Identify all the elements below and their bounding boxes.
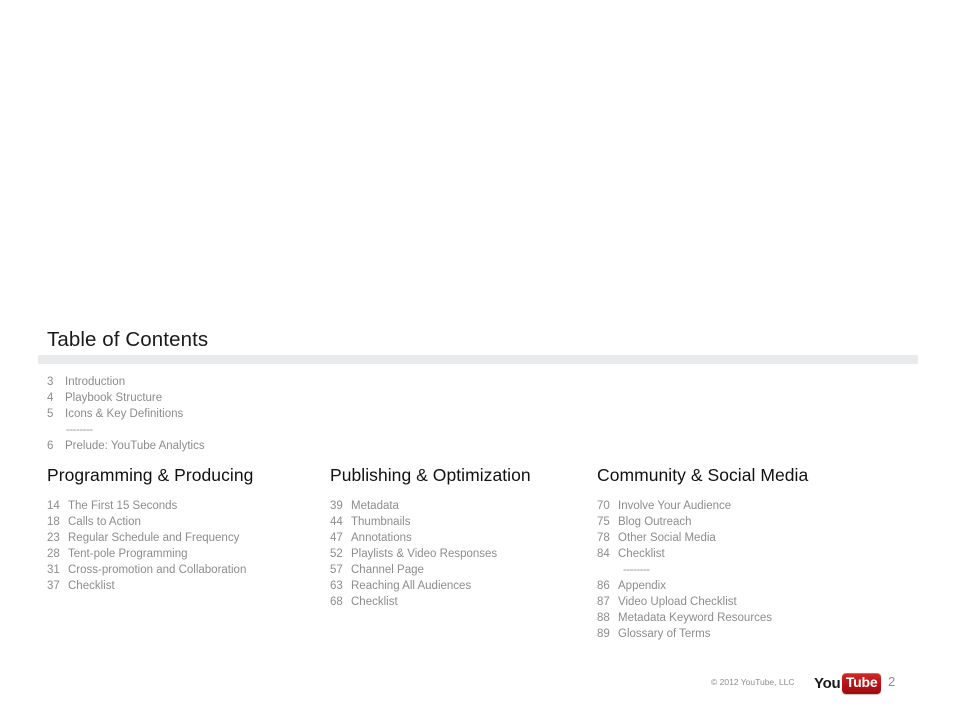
toc-column-programming: Programming & Producing 14 The First 15 S… — [47, 464, 327, 594]
toc-programming-entry-page: 14 — [47, 500, 60, 512]
toc-publishing-entry[interactable]: 68 Checklist — [330, 594, 592, 610]
toc-column-community: Community & Social Media 70 Involve Your … — [597, 464, 917, 642]
front-matter-list: 3 Introduction 4 Playbook Structure 5 Icons &… — [47, 374, 377, 454]
toc-community-entry-page: 84 — [597, 548, 610, 560]
youtube-logo-red-box: Tube — [841, 672, 882, 694]
front-matter-separator: -------- — [66, 424, 93, 436]
toc-programming-entry[interactable]: 23 Regular Schedule and Frequency — [47, 530, 327, 546]
youtube-logo-you-text: You — [814, 674, 841, 692]
toc-community-entry-page: 89 — [597, 628, 610, 640]
slide-canvas: Table of Contents 3 Introduction 4 Playbook… — [0, 0, 954, 716]
toc-programming-entry-page: 18 — [47, 516, 60, 528]
toc-community-entry[interactable]: 84 Checklist — [597, 546, 917, 562]
toc-publishing-entry[interactable]: 57 Channel Page — [330, 562, 592, 578]
title-divider-bar — [38, 355, 918, 364]
front-matter-entry[interactable]: 6 Prelude: YouTube Analytics — [47, 438, 377, 454]
front-matter-entry-page: 5 — [47, 408, 54, 420]
toc-publishing-entry-page: 57 — [330, 564, 343, 576]
toc-community-entry-page: 70 — [597, 500, 610, 512]
toc-community-entry-label: Checklist — [618, 548, 665, 560]
toc-programming-entry-label: The First 15 Seconds — [68, 500, 178, 512]
toc-publishing-entry-label: Playlists & Video Responses — [351, 548, 498, 560]
front-matter-entry-page: 4 — [47, 392, 54, 404]
youtube-logo: You Tube — [814, 672, 882, 694]
toc-community-entry-label: Metadata Keyword Resources — [618, 612, 773, 624]
front-matter-entry-label: Playbook Structure — [65, 392, 163, 404]
front-matter-entry-page: 3 — [47, 376, 54, 388]
front-matter-entry[interactable]: 4 Playbook Structure — [47, 390, 377, 406]
toc-publishing-entry[interactable]: 52 Playlists & Video Responses — [330, 546, 592, 562]
toc-community-entry[interactable]: 89 Glossary of Terms — [597, 626, 917, 642]
toc-community-entry[interactable]: 86 Appendix — [597, 578, 917, 594]
copyright-text: © 2012 YouTube, LLC — [711, 677, 795, 687]
toc-publishing-entry-label: Channel Page — [351, 564, 424, 576]
column-heading-publishing: Publishing & Optimization — [330, 465, 531, 485]
toc-publishing-entry[interactable]: 47 Annotations — [330, 530, 592, 546]
toc-community-entry[interactable]: 70 Involve Your Audience — [597, 498, 917, 514]
toc-community-entry-label: Appendix — [618, 580, 666, 592]
toc-community-entry-label: Glossary of Terms — [618, 628, 711, 640]
toc-publishing-entry[interactable]: 44 Thumbnails — [330, 514, 592, 530]
toc-programming-entry[interactable]: 28 Tent-pole Programming — [47, 546, 327, 562]
toc-community-entry[interactable]: 87 Video Upload Checklist — [597, 594, 917, 610]
toc-programming-entry-page: 37 — [47, 580, 60, 592]
toc-column-publishing: Publishing & Optimization 39 Metadata 44 Th… — [330, 464, 592, 610]
column-heading-community: Community & Social Media — [597, 465, 809, 485]
toc-community-separator: -------- — [623, 564, 650, 576]
page-title: Table of Contents — [47, 328, 209, 351]
toc-community-entry-page: 86 — [597, 580, 610, 592]
column-heading-programming: Programming & Producing — [47, 465, 254, 485]
toc-programming-entry-label: Regular Schedule and Frequency — [68, 532, 240, 544]
toc-publishing-entry[interactable]: 39 Metadata — [330, 498, 592, 514]
toc-publishing-entry-label: Thumbnails — [351, 516, 411, 528]
front-matter-entry-label: Prelude: YouTube Analytics — [65, 440, 205, 452]
toc-programming-entry[interactable]: 18 Calls to Action — [47, 514, 327, 530]
front-matter-entry-label: Icons & Key Definitions — [65, 408, 184, 420]
column-entries-community: 70 Involve Your Audience 75 Blog Outreach 78… — [597, 498, 917, 642]
toc-publishing-entry-label: Annotations — [351, 532, 412, 544]
toc-community-entry[interactable]: 78 Other Social Media — [597, 530, 917, 546]
toc-publishing-entry-page: 63 — [330, 580, 343, 592]
toc-community-entry-page: 88 — [597, 612, 610, 624]
youtube-logo-tube-text: Tube — [845, 673, 878, 690]
toc-programming-entry-label: Tent-pole Programming — [68, 548, 188, 560]
front-matter-entry[interactable]: 5 Icons & Key Definitions — [47, 406, 377, 422]
toc-community-entry-label: Involve Your Audience — [618, 500, 732, 512]
toc-publishing-entry-page: 68 — [330, 596, 343, 608]
toc-community-entry[interactable]: 88 Metadata Keyword Resources — [597, 610, 917, 626]
toc-publishing-entry-page: 39 — [330, 500, 343, 512]
toc-programming-entry-label: Checklist — [68, 580, 115, 592]
slide-footer: © 2012 YouTube, LLC 2 — [0, 673, 954, 699]
toc-community-entry-label: Video Upload Checklist — [618, 596, 737, 608]
toc-programming-entry-page: 31 — [47, 564, 60, 576]
front-matter-entry-page: 6 — [47, 440, 54, 452]
toc-programming-entry[interactable]: 14 The First 15 Seconds — [47, 498, 327, 514]
toc-community-entry[interactable]: 75 Blog Outreach — [597, 514, 917, 530]
toc-publishing-entry-label: Checklist — [351, 596, 398, 608]
toc-programming-entry-page: 28 — [47, 548, 60, 560]
toc-publishing-entry-page: 44 — [330, 516, 343, 528]
toc-community-entry-page: 87 — [597, 596, 610, 608]
toc-publishing-entry-label: Metadata — [351, 500, 399, 512]
toc-community-entry-label: Other Social Media — [618, 532, 716, 544]
toc-publishing-entry-page: 52 — [330, 548, 343, 560]
toc-programming-entry-page: 23 — [47, 532, 60, 544]
toc-publishing-entry[interactable]: 63 Reaching All Audiences — [330, 578, 592, 594]
toc-programming-entry-label: Cross-promotion and Collaboration — [68, 564, 247, 576]
front-matter-entry-label: Introduction — [65, 376, 126, 388]
toc-community-entry-label: Blog Outreach — [618, 516, 692, 528]
toc-programming-entry-label: Calls to Action — [68, 516, 141, 528]
toc-programming-entry[interactable]: 37 Checklist — [47, 578, 327, 594]
toc-programming-entry[interactable]: 31 Cross-promotion and Collaboration — [47, 562, 327, 578]
page-number: 2 — [888, 674, 896, 689]
column-entries-publishing: 39 Metadata 44 Thumbnails 47 Annotations 52 Pla… — [330, 498, 592, 610]
toc-publishing-entry-page: 47 — [330, 532, 343, 544]
toc-community-entry-page: 78 — [597, 532, 610, 544]
front-matter-entry[interactable]: 3 Introduction — [47, 374, 377, 390]
toc-publishing-entry-label: Reaching All Audiences — [351, 580, 472, 592]
toc-community-entry-page: 75 — [597, 516, 610, 528]
column-entries-programming: 14 The First 15 Seconds 18 Calls to Action 2… — [47, 498, 327, 594]
